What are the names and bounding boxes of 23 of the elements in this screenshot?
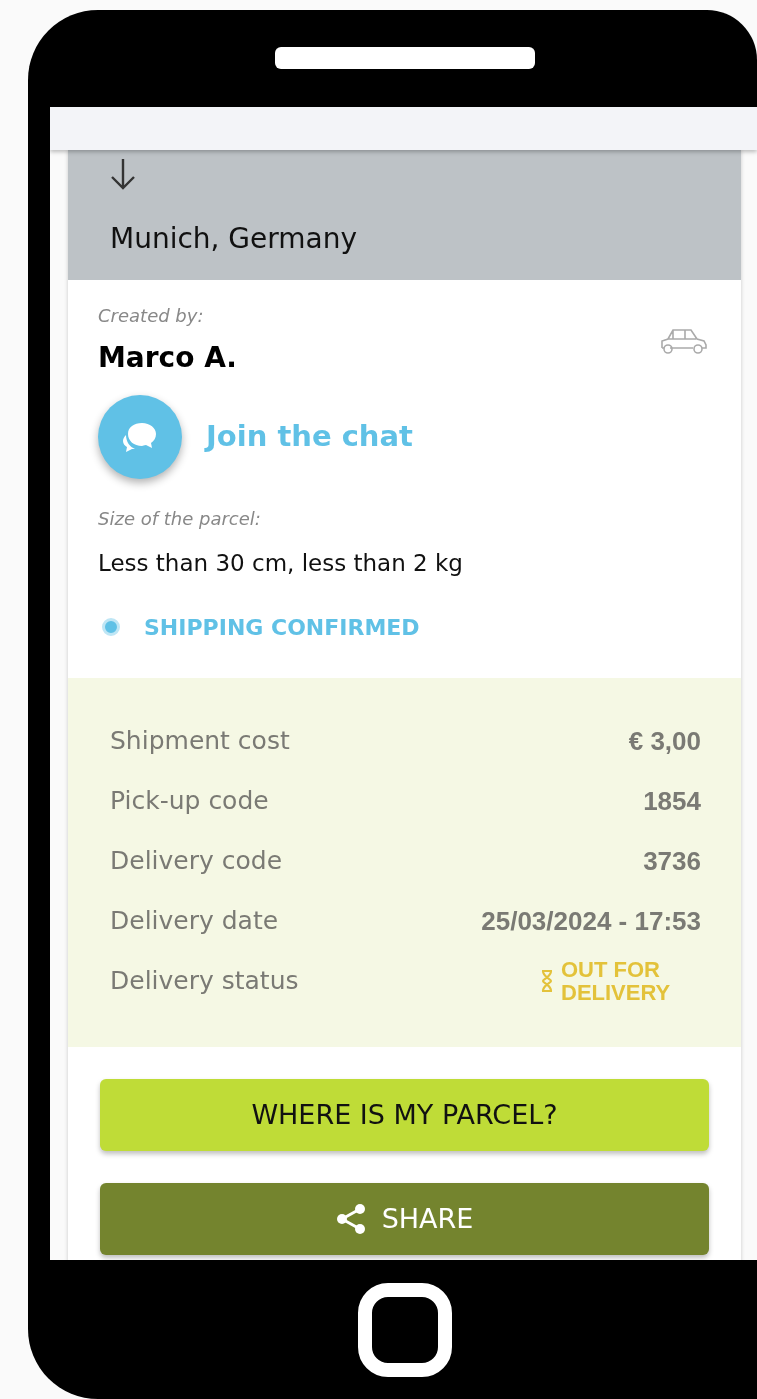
home-button[interactable] [358, 1282, 452, 1377]
detail-label: Shipment cost [110, 725, 290, 758]
detail-value: 1854 [643, 784, 701, 818]
detail-label: Delivery code [110, 845, 282, 878]
destination-text: Munich, Germany [110, 221, 359, 257]
detail-value: € 3,00 [628, 724, 701, 758]
delivery-status: OUT FOR DELIVERY [561, 957, 672, 1005]
car-icon [659, 326, 709, 356]
share-button[interactable]: SHARE [100, 1183, 709, 1255]
detail-value: 25/03/2024 - 17:53 [481, 904, 701, 938]
shipping-status: SHIPPING CONFIRMED [144, 613, 420, 642]
creator-name: Marco A. [98, 340, 237, 376]
parcel-size: Less than 30 cm, less than 2 kg [98, 549, 464, 578]
parcel-size-label: Size of the parcel: [98, 507, 262, 531]
share-icon [335, 1203, 366, 1235]
detail-value: 3736 [643, 844, 701, 878]
detail-label: Delivery status [110, 965, 299, 998]
detail-label: Delivery date [110, 905, 279, 938]
hourglass-icon [541, 970, 553, 992]
created-by-label: Created by: [98, 304, 205, 328]
down-arrow-icon [110, 158, 136, 190]
detail-label: Pick-up code [110, 785, 269, 818]
where-is-my-parcel-button[interactable]: WHERE IS MY PARCEL? [100, 1079, 709, 1151]
